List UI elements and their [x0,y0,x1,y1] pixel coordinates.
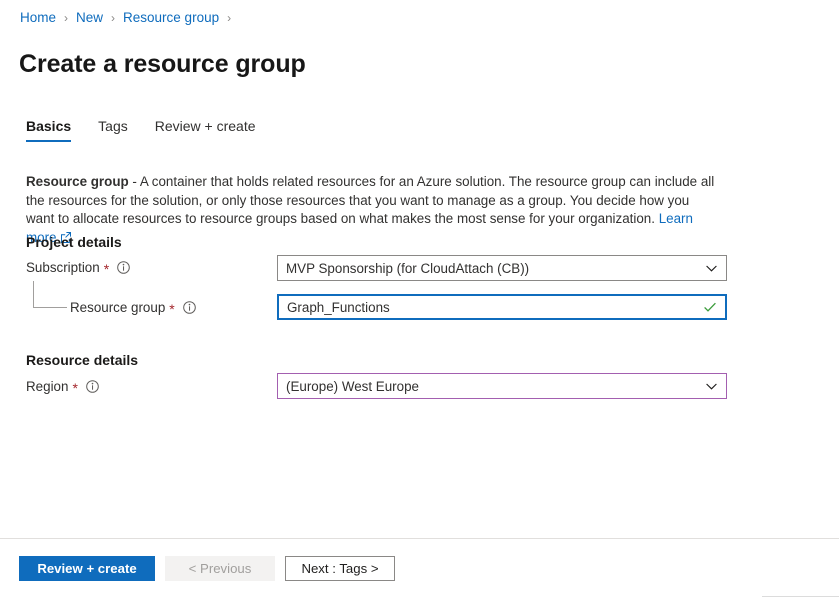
required-asterisk: * [169,300,175,317]
resource-group-description: Resource group - A container that holds … [26,173,716,248]
next-tags-button[interactable]: Next : Tags > [285,556,395,581]
region-label: Region * [26,379,99,396]
breadcrumb-item-new[interactable]: New [76,10,103,25]
section-heading-resource-details: Resource details [26,352,139,368]
section-heading-project-details: Project details [26,234,122,250]
tab-tags[interactable]: Tags [98,118,128,142]
description-lead: Resource group [26,174,129,190]
region-label-text: Region [26,379,69,394]
resource-group-label-text: Resource group [70,300,166,315]
breadcrumb: Home › New › Resource group › [20,10,239,25]
breadcrumb-item-resource-group[interactable]: Resource group [123,10,219,25]
region-value: (Europe) West Europe [286,378,419,394]
page-title: Create a resource group [19,49,306,78]
bottom-rule [762,596,839,597]
resource-group-label: Resource group * [70,300,196,317]
subscription-label: Subscription * [26,260,130,277]
resource-group-input[interactable]: Graph_Functions [277,294,727,320]
required-asterisk: * [103,260,110,277]
breadcrumb-separator: › [64,10,69,25]
breadcrumb-separator: › [227,10,232,25]
resource-group-value: Graph_Functions [287,299,390,315]
subscription-label-text: Subscription [26,260,100,275]
subscription-select[interactable]: MVP Sponsorship (for CloudAttach (CB)) [277,255,727,281]
tree-connector-line [33,281,67,308]
checkmark-icon [703,300,717,314]
review-create-button[interactable]: Review + create [19,556,155,581]
info-icon[interactable] [117,261,130,274]
region-select[interactable]: (Europe) West Europe [277,373,727,399]
footer-divider [0,538,839,539]
footer-actions: Review + create < Previous Next : Tags > [19,556,395,581]
tab-basics[interactable]: Basics [26,118,72,142]
info-icon[interactable] [182,301,196,314]
previous-button: < Previous [165,556,275,581]
chevron-down-icon[interactable] [705,380,718,393]
chevron-down-icon[interactable] [705,262,718,275]
info-icon[interactable] [86,380,99,393]
tab-bar: Basics Tags Review + create [26,118,283,142]
breadcrumb-separator: › [111,10,116,25]
required-asterisk: * [72,379,78,396]
description-body: - A container that holds related resourc… [26,174,715,227]
subscription-value: MVP Sponsorship (for CloudAttach (CB)) [286,260,530,276]
tab-review-create[interactable]: Review + create [155,118,256,142]
breadcrumb-item-home[interactable]: Home [20,10,56,25]
